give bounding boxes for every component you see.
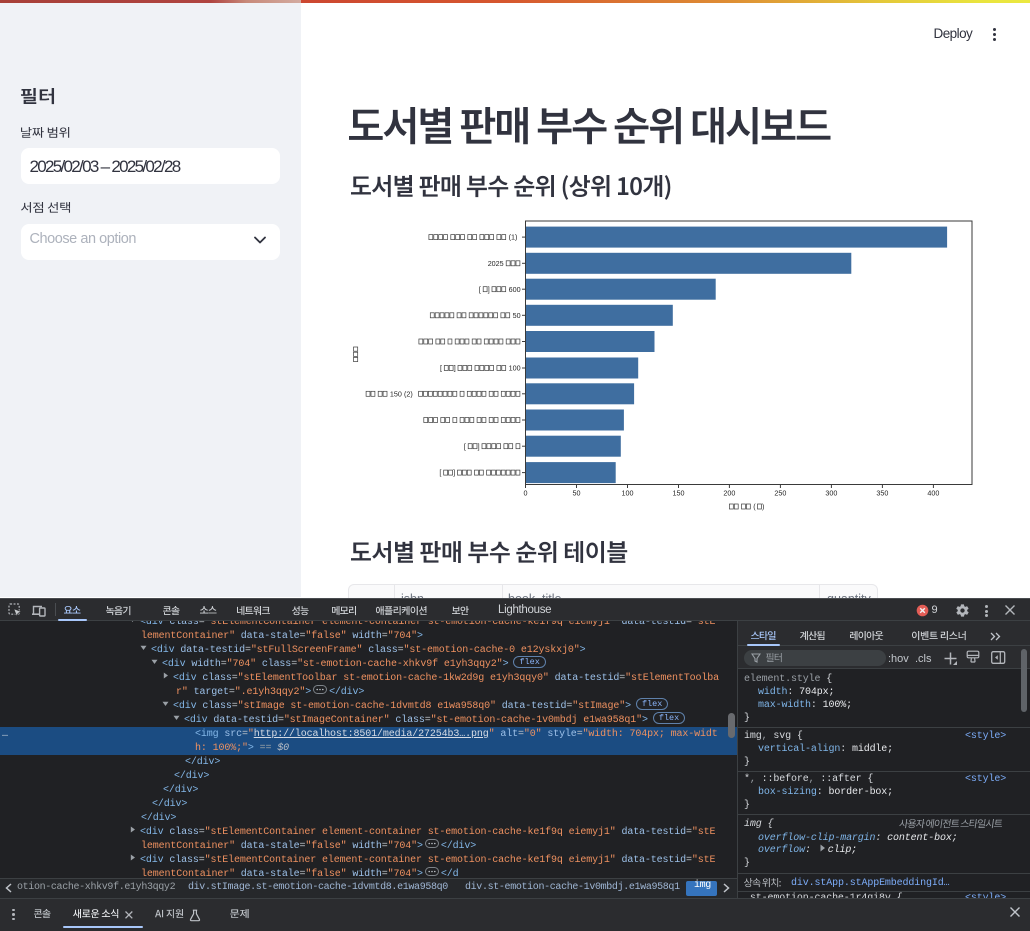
- svg-text:(: (: [753, 502, 756, 511]
- svg-text:]: ]: [488, 285, 490, 294]
- svg-text:(1): (1): [509, 233, 518, 242]
- svg-text:[: [: [439, 468, 441, 477]
- svg-text:50: 50: [513, 311, 521, 320]
- svg-text:]: ]: [478, 442, 480, 451]
- svg-text:): ): [762, 502, 764, 511]
- svg-text:(2): (2): [404, 389, 413, 398]
- svg-text:[: [: [479, 285, 481, 294]
- svg-text:]: ]: [453, 468, 455, 477]
- svg-text:2025: 2025: [488, 259, 504, 268]
- svg-text:[: [: [464, 442, 466, 451]
- svg-text:[: [: [440, 364, 442, 373]
- svg-text:600: 600: [509, 285, 521, 294]
- svg-text:]: ]: [454, 364, 456, 373]
- svg-text:150: 150: [390, 389, 402, 398]
- svg-text:100: 100: [509, 364, 521, 373]
